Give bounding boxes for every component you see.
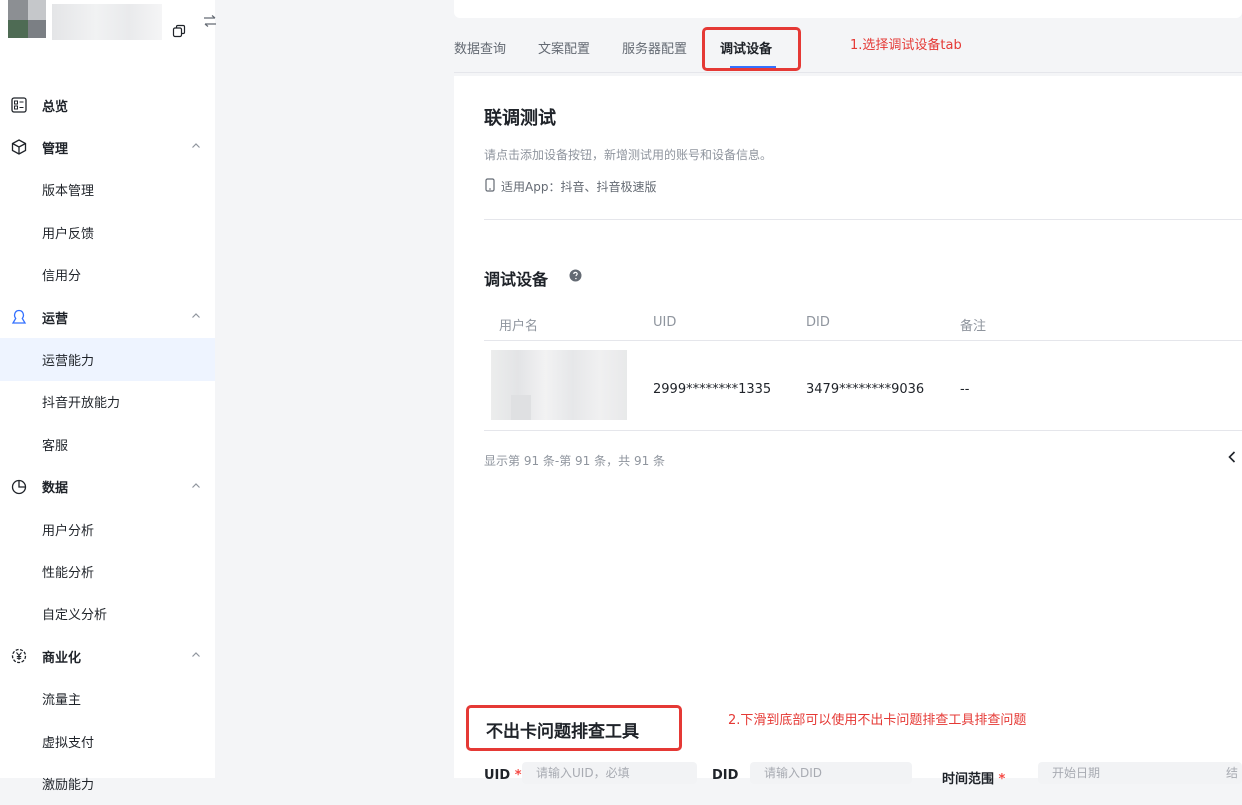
chevron-up-icon (192, 313, 200, 318)
sidebar-item-label: 激励能力 (42, 777, 95, 793)
chevron-up-icon (192, 482, 200, 488)
section-divider (484, 219, 1242, 220)
uid-label: UID * (484, 768, 522, 783)
tab-data-query[interactable]: 数据查询 (454, 38, 506, 57)
sidebar-item-label: 版本管理 (42, 184, 95, 200)
sidebar: 总览 管理 版本管理 用户反馈 信用分 运营 运营能力 抖音开放能力 客服 数据… (0, 0, 217, 793)
sidebar-item-label: 管理 (42, 142, 69, 158)
sidebar-item-manage[interactable]: 管理 (0, 126, 215, 168)
supported-apps: 适用App：抖音、抖音极速版 (501, 180, 657, 194)
sidebar-item-incentive[interactable]: 激励能力 (0, 762, 215, 804)
column-header-note: 备注 (960, 319, 987, 334)
annotation-step1: 1.选择调试设备tab (850, 38, 962, 53)
tab-divider (454, 72, 1242, 73)
cell-did: 3479********9036 (806, 382, 925, 397)
app-name-redacted (52, 4, 162, 40)
sidebar-item-data[interactable]: 数据 (0, 466, 215, 508)
sidebar-item-traffic-owner[interactable]: 流量主 (0, 677, 215, 719)
cell-note: -- (960, 382, 970, 397)
sidebar-item-label: 运营能力 (42, 354, 95, 370)
did-label: DID (712, 768, 739, 783)
sidebar-item-label: 自定义分析 (42, 608, 108, 624)
sidebar-item-credit[interactable]: 信用分 (0, 254, 215, 296)
yuan-icon (11, 648, 27, 664)
tab-copy-config[interactable]: 文案配置 (538, 38, 590, 57)
sidebar-item-label: 虚拟支付 (42, 735, 95, 751)
annotation-step2: 2.下滑到底部可以使用不出卡问题排查工具排查问题 (728, 713, 1027, 728)
sidebar-item-operation[interactable]: 运营 (0, 296, 215, 338)
pagination-summary: 显示第 91 条-第 91 条，共 91 条 (484, 454, 666, 468)
sidebar-item-label: 客服 (42, 438, 69, 454)
devices-title: 调试设备 (484, 270, 549, 289)
sidebar-item-version[interactable]: 版本管理 (0, 169, 215, 211)
column-header-uid: UID (653, 315, 677, 330)
column-header-username: 用户名 (499, 319, 539, 334)
sidebar-item-label: 用户反馈 (42, 226, 95, 242)
sidebar-item-label: 总览 (42, 99, 69, 115)
sidebar-item-label: 性能分析 (42, 565, 95, 581)
sidebar-item-label: 商业化 (42, 650, 82, 666)
username-redacted-fragment (511, 395, 531, 420)
annotation-box-tab (702, 27, 801, 71)
chevron-up-icon (192, 652, 200, 658)
swap-icon[interactable] (203, 14, 217, 28)
tab-server-config[interactable]: 服务器配置 (622, 38, 687, 57)
sidebar-item-label: 抖音开放能力 (42, 396, 121, 412)
chevron-up-icon (192, 143, 200, 149)
sidebar-item-label: 数据 (42, 481, 69, 497)
pie-chart-icon (11, 479, 27, 494)
app-logo (8, 0, 46, 38)
sidebar-nav: 总览 管理 版本管理 用户反馈 信用分 运营 运营能力 抖音开放能力 客服 数据… (0, 84, 215, 805)
sidebar-item-overview[interactable]: 总览 (0, 84, 215, 126)
header-card (454, 0, 1242, 18)
date-range-input[interactable]: 开始日期结 (1038, 762, 1242, 784)
uid-input[interactable]: 请输入UID，必填 (522, 762, 697, 784)
chevron-left-icon[interactable] (1226, 450, 1238, 464)
sidebar-item-customer-service[interactable]: 客服 (0, 423, 215, 465)
operation-icon (11, 309, 27, 324)
sidebar-item-douyin-open[interactable]: 抖音开放能力 (0, 381, 215, 423)
tab-bar: 数据查询 文案配置 服务器配置 调试设备 (454, 28, 1242, 72)
sidebar-item-virtual-pay[interactable]: 虚拟支付 (0, 720, 215, 762)
dashboard-icon (11, 97, 27, 113)
section-description: 请点击添加设备按钮，新增测试用的账号和设备信息。 (484, 148, 773, 162)
sidebar-item-feedback[interactable]: 用户反馈 (0, 211, 215, 253)
sidebar-item-commerce[interactable]: 商业化 (0, 635, 215, 677)
annotation-box-tool (466, 705, 682, 751)
sidebar-item-custom-analysis[interactable]: 自定义分析 (0, 593, 215, 635)
column-header-did: DID (806, 315, 830, 330)
table-header-divider (484, 340, 1242, 341)
sidebar-item-label: 流量主 (42, 693, 82, 709)
sidebar-item-label: 用户分析 (42, 523, 95, 539)
help-icon[interactable] (569, 269, 582, 282)
sidebar-item-performance[interactable]: 性能分析 (0, 550, 215, 592)
sidebar-item-operation-ability[interactable]: 运营能力 (0, 338, 215, 381)
phone-icon (485, 178, 495, 192)
copy-icon[interactable] (172, 24, 186, 38)
cell-uid: 2999********1335 (653, 382, 772, 397)
cube-icon (11, 139, 27, 156)
table-row-divider (484, 430, 1242, 431)
sidebar-item-label: 信用分 (42, 269, 82, 285)
section-title: 联调测试 (484, 108, 556, 129)
sidebar-item-user-analysis[interactable]: 用户分析 (0, 508, 215, 550)
sidebar-item-label: 运营 (42, 311, 69, 327)
did-input[interactable]: 请输入DID (750, 762, 912, 784)
